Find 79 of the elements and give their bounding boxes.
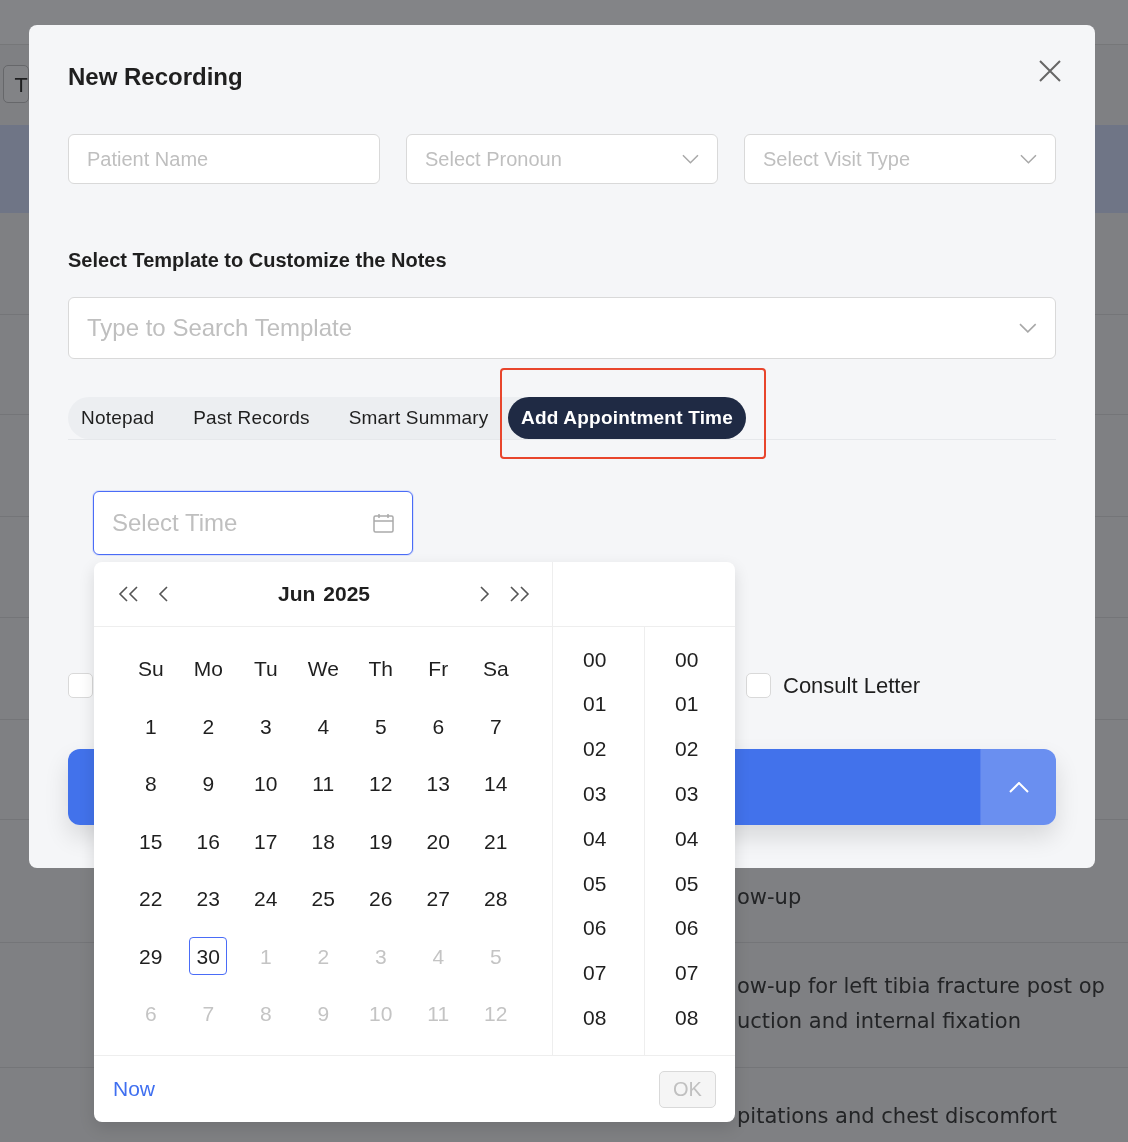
minute-option[interactable]: 06 xyxy=(645,905,735,951)
hour-option[interactable]: 08 xyxy=(553,995,644,1041)
checkbox[interactable] xyxy=(746,672,771,698)
minute-option[interactable]: 04 xyxy=(645,816,735,861)
calendar-day[interactable]: 18 xyxy=(304,822,343,861)
calendar-day[interactable]: 10 xyxy=(246,764,285,803)
calendar-day[interactable]: 7 xyxy=(476,707,515,746)
minute-option[interactable]: 01 xyxy=(645,681,735,727)
calendar-day[interactable]: 25 xyxy=(304,879,343,918)
calendar-day[interactable]: 19 xyxy=(361,822,400,861)
calendar-day[interactable]: 15 xyxy=(131,822,170,861)
minute-option[interactable]: 08 xyxy=(645,995,735,1041)
section-heading: Select Template to Customize the Notes xyxy=(68,248,448,272)
minute-option[interactable]: 02 xyxy=(645,726,735,772)
calendar-day[interactable]: 1 xyxy=(131,707,170,746)
checkbox-label: Consult Letter xyxy=(783,672,920,698)
weekday-label: Sa xyxy=(482,656,509,682)
tab[interactable]: Notepad xyxy=(68,397,174,439)
calendar-day[interactable]: 11 xyxy=(304,764,343,803)
hour-option[interactable]: 05 xyxy=(553,861,644,906)
calendar-icon xyxy=(373,513,394,533)
checkbox[interactable] xyxy=(68,672,93,698)
calendar-day[interactable]: 14 xyxy=(476,764,515,803)
hour-option[interactable]: 03 xyxy=(553,771,644,817)
hour-option[interactable]: 04 xyxy=(553,816,644,861)
weekday-label: Tu xyxy=(253,656,278,682)
hour-option[interactable]: 07 xyxy=(553,950,644,996)
calendar-day[interactable]: 20 xyxy=(419,822,458,861)
row-text: pitations and chest discomfort xyxy=(737,1103,1058,1130)
weekday-label: Su xyxy=(137,656,164,682)
row-text: ow-up xyxy=(737,884,803,911)
tab[interactable]: Past Records xyxy=(173,397,330,439)
hour-option[interactable]: 01 xyxy=(553,681,644,727)
tab[interactable]: Add Appointment Time xyxy=(508,397,746,439)
weekday-label: We xyxy=(307,656,339,682)
chevron-down-icon xyxy=(682,154,699,164)
calendar-day[interactable]: 22 xyxy=(131,879,170,918)
hour-option[interactable]: 00 xyxy=(553,637,644,682)
calendar-day[interactable]: 5 xyxy=(361,707,400,746)
hour-option[interactable]: 06 xyxy=(553,905,644,951)
hour-option[interactable]: 02 xyxy=(553,726,644,772)
minute-option[interactable]: 07 xyxy=(645,950,735,996)
row-text: ow-up for left tibia fracture post op xyxy=(737,973,1106,1000)
calendar-day[interactable]: 13 xyxy=(419,764,458,803)
tab[interactable]: Smart Summary xyxy=(329,397,509,439)
minute-option[interactable]: 00 xyxy=(645,637,735,682)
minute-option[interactable]: 05 xyxy=(645,861,735,906)
calendar-day[interactable]: 16 xyxy=(189,822,228,861)
dialog-title: New Recording xyxy=(68,62,243,92)
calendar-day[interactable]: 17 xyxy=(246,822,285,861)
calendar-day[interactable]: 21 xyxy=(476,822,515,861)
chevron-down-icon xyxy=(1019,323,1037,333)
calendar-day[interactable]: 29 xyxy=(131,937,170,976)
calendar-day[interactable]: 8 xyxy=(131,764,170,803)
toolbar-button[interactable]: T xyxy=(3,65,29,103)
weekday-label: Mo xyxy=(193,656,223,682)
row-text: uction and internal fixation xyxy=(737,1008,1022,1035)
calendar-day[interactable]: 6 xyxy=(419,707,458,746)
calendar-day[interactable]: 4 xyxy=(304,707,343,746)
calendar-day[interactable]: 28 xyxy=(476,879,515,918)
close-button[interactable] xyxy=(1038,58,1062,82)
year-label[interactable]: 2025 xyxy=(323,582,371,606)
calendar-day[interactable]: 23 xyxy=(189,879,228,918)
month-label[interactable]: Jun xyxy=(277,582,316,606)
calendar-day[interactable]: 2 xyxy=(189,707,228,746)
calendar-day[interactable]: 24 xyxy=(246,879,285,918)
calendar-day[interactable]: 27 xyxy=(419,879,458,918)
weekday-label: Th xyxy=(368,656,393,682)
calendar-day[interactable]: 9 xyxy=(189,764,228,803)
calendar-day[interactable]: 30 xyxy=(189,937,228,976)
calendar-day[interactable]: 12 xyxy=(361,764,400,803)
calendar-day[interactable]: 26 xyxy=(361,879,400,918)
chevron-down-icon xyxy=(1020,154,1037,164)
chevron-up-icon xyxy=(1008,781,1029,793)
minute-option[interactable]: 03 xyxy=(645,771,735,817)
calendar-day[interactable]: 3 xyxy=(246,707,285,746)
weekday-label: Fr xyxy=(428,656,449,682)
now-link[interactable]: Now xyxy=(113,1073,155,1105)
text-field[interactable]: Patient Name xyxy=(68,134,380,184)
